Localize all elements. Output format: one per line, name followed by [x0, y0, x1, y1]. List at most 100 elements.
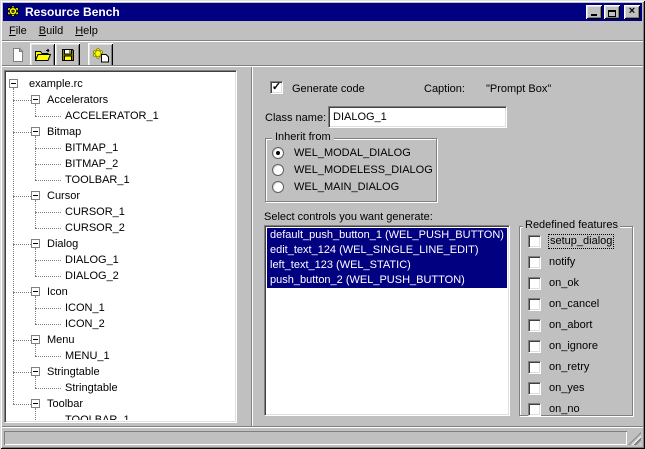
tree-expander-icon[interactable] — [31, 239, 40, 248]
open-file-button[interactable] — [30, 43, 55, 67]
app-window: Resource Bench × File Build Help — [0, 0, 645, 449]
tree-item-stringtable[interactable]: Stringtable — [7, 364, 234, 380]
generate-code-checkbox[interactable]: ✓ — [270, 81, 283, 94]
tree-expander-icon[interactable] — [31, 335, 40, 344]
tree-item-bitmap-1[interactable]: BITMAP_1 — [7, 140, 234, 156]
tree-item-accelerators[interactable]: Accelerators — [7, 92, 234, 108]
panel-divider — [251, 67, 253, 426]
tree-item-label: Dialog — [47, 236, 78, 252]
client-top-separator — [2, 65, 643, 67]
tree-item-stringtable-child[interactable]: Stringtable — [7, 380, 234, 396]
checkbox-on-retry[interactable] — [528, 361, 541, 374]
tree-item-bitmap[interactable]: Bitmap — [7, 124, 234, 140]
checkbox-on-ok[interactable] — [528, 277, 541, 290]
tree-item-icon[interactable]: Icon — [7, 284, 234, 300]
menu-help[interactable]: Help — [69, 23, 104, 39]
tree-line — [35, 164, 61, 165]
tree-item-toolbar-1-bitmap[interactable]: TOOLBAR_1 — [7, 172, 234, 188]
tree-line — [35, 276, 61, 277]
radio-wel-modeless-dialog[interactable] — [272, 164, 284, 176]
tree-item-cursor-1[interactable]: CURSOR_1 — [7, 204, 234, 220]
tree-line — [13, 100, 31, 101]
listbox-item[interactable]: left_text_123 (WEL_STATIC) — [267, 258, 507, 273]
checkbox-on-no[interactable] — [528, 403, 541, 416]
checkbox-on-yes[interactable] — [528, 382, 541, 395]
radio-wel-modal-dialog[interactable] — [272, 147, 284, 159]
tree-expander-icon[interactable] — [31, 191, 40, 200]
tree-item-dialog-2[interactable]: DIALOG_2 — [7, 268, 234, 284]
inherit-from-group: Inherit from WEL_MODAL_DIALOG WEL_MODELE… — [265, 138, 437, 202]
checkbox-notify[interactable] — [528, 256, 541, 269]
feature-label[interactable]: setup_dialog — [549, 235, 613, 248]
radio-label[interactable]: WEL_MODAL_DIALOG — [294, 147, 411, 160]
resize-grip[interactable] — [628, 432, 641, 445]
tree-item-menu-1[interactable]: MENU_1 — [7, 348, 234, 364]
tree-expander-icon[interactable] — [31, 287, 40, 296]
tree-line — [13, 196, 31, 197]
tree-line — [35, 212, 61, 213]
checkbox-on-ignore[interactable] — [528, 340, 541, 353]
close-button[interactable]: × — [624, 5, 640, 19]
feature-label[interactable]: on_ok — [549, 277, 579, 290]
tree-item-label: Stringtable — [65, 380, 118, 396]
listbox-item[interactable]: push_button_2 (WEL_PUSH_BUTTON) — [267, 273, 507, 288]
class-name-input[interactable] — [328, 106, 507, 128]
feature-label[interactable]: notify — [549, 256, 575, 269]
save-button[interactable] — [55, 43, 80, 67]
client-bottom-separator — [2, 426, 643, 428]
listbox-item[interactable]: edit_text_124 (WEL_SINGLE_LINE_EDIT) — [267, 243, 507, 258]
generate-code-button[interactable] — [88, 43, 113, 67]
tree-line — [35, 228, 61, 229]
tree-item-example-rc[interactable]: example.rc — [7, 76, 234, 92]
tree-item-label: ICON_2 — [65, 316, 105, 332]
checkbox-on-abort[interactable] — [528, 319, 541, 332]
checkmark-icon: ✓ — [272, 82, 281, 93]
tree-item-toolbar-1[interactable]: TOOLBAR_1 — [7, 412, 234, 420]
tree-line — [35, 180, 61, 181]
controls-listbox[interactable]: default_push_button_1 (WEL_PUSH_BUTTON) … — [264, 225, 510, 416]
tree-expander-icon[interactable] — [31, 127, 40, 136]
maximize-icon — [608, 10, 616, 17]
tree-expander-icon[interactable] — [31, 95, 40, 104]
radio-label[interactable]: WEL_MODELESS_DIALOG — [294, 164, 433, 177]
radio-label[interactable]: WEL_MAIN_DIALOG — [294, 181, 399, 194]
tree-item-menu[interactable]: Menu — [7, 332, 234, 348]
tree-item-cursor[interactable]: Cursor — [7, 188, 234, 204]
feature-label[interactable]: on_ignore — [549, 340, 598, 353]
tree-item-dialog-1[interactable]: DIALOG_1 — [7, 252, 234, 268]
listbox-item[interactable]: default_push_button_1 (WEL_PUSH_BUTTON) — [267, 228, 507, 243]
tree-expander-icon[interactable] — [31, 367, 40, 376]
feature-label[interactable]: on_retry — [549, 361, 589, 374]
tree-expander-icon[interactable] — [9, 79, 18, 88]
controls-list-label: Select controls you want generate: — [264, 211, 433, 223]
checkbox-setup-dialog[interactable] — [528, 235, 541, 248]
tree-line — [13, 340, 31, 341]
tree-line — [35, 116, 61, 117]
tree-item-dialog[interactable]: Dialog — [7, 236, 234, 252]
menu-build[interactable]: Build — [33, 23, 69, 39]
checkbox-on-cancel[interactable] — [528, 298, 541, 311]
tree-line — [13, 244, 31, 245]
tree-item-icon-1[interactable]: ICON_1 — [7, 300, 234, 316]
tree-item-bitmap-2[interactable]: BITMAP_2 — [7, 156, 234, 172]
tree-line — [13, 132, 31, 133]
tree-item-label: DIALOG_1 — [65, 252, 119, 268]
feature-label[interactable]: on_abort — [549, 319, 592, 332]
feature-label[interactable]: on_yes — [549, 382, 584, 395]
tree-item-cursor-2[interactable]: CURSOR_2 — [7, 220, 234, 236]
tree-item-accelerator-1[interactable]: ACCELERATOR_1 — [7, 108, 234, 124]
caption-label: Caption: — [424, 83, 465, 95]
new-file-button[interactable] — [5, 43, 30, 67]
tree-item-toolbar[interactable]: Toolbar — [7, 396, 234, 412]
tree-expander-icon[interactable] — [31, 399, 40, 408]
radio-wel-main-dialog[interactable] — [272, 181, 284, 193]
minimize-button[interactable] — [586, 5, 602, 19]
resource-tree[interactable]: example.rc Accelerators ACCELERATOR_1 Bi… — [4, 70, 237, 423]
menu-file[interactable]: File — [3, 23, 33, 39]
feature-label[interactable]: on_cancel — [549, 298, 599, 311]
titlebar[interactable]: Resource Bench × — [3, 3, 642, 21]
tree-item-label: example.rc — [29, 76, 83, 92]
tree-item-icon-2[interactable]: ICON_2 — [7, 316, 234, 332]
maximize-button[interactable] — [604, 5, 620, 19]
feature-label[interactable]: on_no — [549, 403, 580, 416]
